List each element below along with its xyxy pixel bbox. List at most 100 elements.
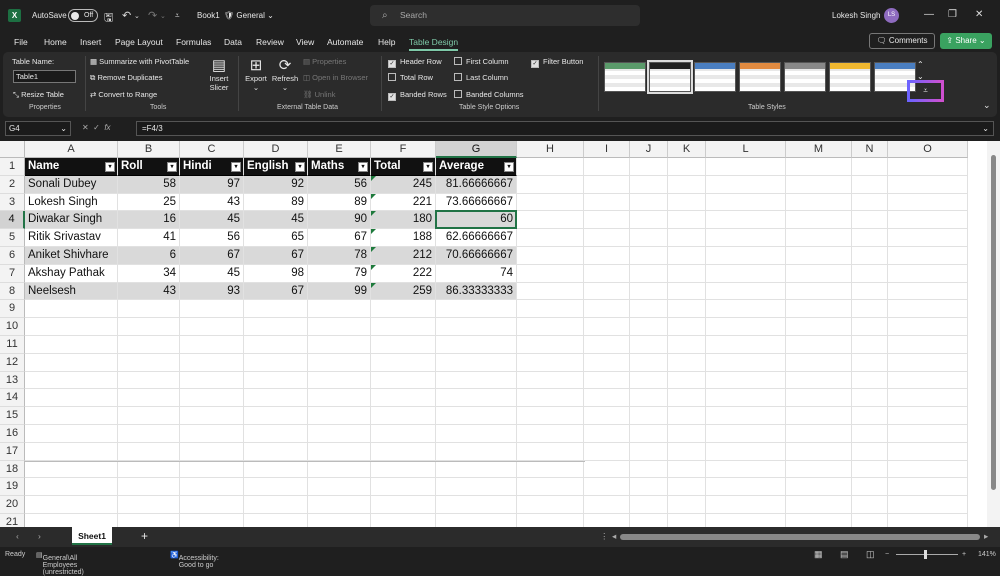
cell[interactable]: [517, 407, 584, 425]
cell[interactable]: [630, 282, 668, 301]
cell[interactable]: [668, 247, 706, 265]
cell[interactable]: [118, 478, 180, 497]
table-value-cell[interactable]: 45: [180, 211, 244, 230]
row-header-4[interactable]: 4: [0, 211, 25, 230]
cell[interactable]: [118, 442, 180, 461]
filter-dropdown-icon[interactable]: ▾: [423, 162, 433, 172]
cell[interactable]: [308, 514, 371, 527]
properties-button[interactable]: ▤ Properties: [303, 57, 346, 66]
cell[interactable]: [888, 496, 968, 514]
cell[interactable]: [584, 193, 630, 212]
cell[interactable]: [706, 318, 786, 336]
cell[interactable]: [668, 282, 706, 301]
row-header-7[interactable]: 7: [0, 264, 25, 283]
table-style-thumb[interactable]: [829, 62, 871, 92]
search-box[interactable]: ⌕ Search: [370, 5, 640, 26]
error-indicator-icon[interactable]: [371, 211, 376, 217]
cell[interactable]: [786, 264, 852, 283]
cell[interactable]: [786, 318, 852, 336]
table-value-cell[interactable]: 222: [371, 264, 436, 283]
tab-data[interactable]: Data: [224, 37, 242, 47]
cell[interactable]: [308, 478, 371, 497]
cell[interactable]: [852, 247, 888, 265]
error-indicator-icon[interactable]: [371, 175, 376, 181]
row-header-12[interactable]: 12: [0, 353, 25, 372]
cell[interactable]: [706, 264, 786, 283]
cell[interactable]: [668, 514, 706, 527]
cell[interactable]: [118, 514, 180, 527]
table-header-cell[interactable]: Name ▾: [25, 158, 118, 176]
table-value-cell[interactable]: 60: [436, 211, 517, 230]
cell[interactable]: [118, 371, 180, 390]
row-header-11[interactable]: 11: [0, 336, 25, 354]
cell[interactable]: [668, 353, 706, 372]
cell[interactable]: [706, 514, 786, 527]
cell[interactable]: [244, 407, 308, 425]
cell[interactable]: [630, 353, 668, 372]
cell[interactable]: [584, 211, 630, 230]
cell[interactable]: [668, 496, 706, 514]
add-sheet-button[interactable]: +: [141, 529, 148, 543]
cell[interactable]: [786, 211, 852, 230]
column-header-e[interactable]: E: [308, 141, 371, 158]
table-name-cell[interactable]: Ritik Srivastav: [25, 229, 118, 247]
filter-button-checkbox[interactable]: ✓ Filter Button: [531, 57, 583, 68]
tab-help[interactable]: Help: [378, 37, 395, 47]
cell[interactable]: [630, 247, 668, 265]
resize-table-button[interactable]: ⤡ Resize Table: [13, 90, 64, 100]
table-header-cell[interactable]: English ▾: [244, 158, 308, 176]
cell[interactable]: [888, 229, 968, 247]
cell[interactable]: [786, 496, 852, 514]
cell[interactable]: [244, 353, 308, 372]
table-value-cell[interactable]: 92: [244, 175, 308, 194]
page-break-view-icon[interactable]: ◫: [866, 549, 875, 560]
table-value-cell[interactable]: 45: [180, 264, 244, 283]
cell[interactable]: [668, 336, 706, 354]
last-column-checkbox[interactable]: Last Column: [454, 73, 508, 82]
table-name-input[interactable]: Table1: [13, 70, 76, 83]
zoom-out-icon[interactable]: −: [885, 551, 889, 558]
table-value-cell[interactable]: 6: [118, 247, 180, 265]
cell[interactable]: [786, 407, 852, 425]
filter-dropdown-icon[interactable]: ▾: [358, 162, 368, 172]
cell[interactable]: [668, 389, 706, 408]
column-header-b[interactable]: B: [118, 141, 180, 158]
cancel-icon[interactable]: ✕: [82, 123, 89, 132]
cell[interactable]: [371, 514, 436, 527]
table-value-cell[interactable]: 99: [308, 282, 371, 301]
first-column-checkbox[interactable]: First Column: [454, 57, 509, 66]
table-header-cell[interactable]: Total ▾: [371, 158, 436, 176]
cell[interactable]: [436, 389, 517, 408]
cell[interactable]: [630, 514, 668, 527]
cell[interactable]: [584, 158, 630, 176]
cell[interactable]: [517, 318, 584, 336]
cell[interactable]: [630, 389, 668, 408]
cell[interactable]: [668, 425, 706, 443]
tab-automate[interactable]: Automate: [327, 37, 363, 47]
cell[interactable]: [630, 442, 668, 461]
cell[interactable]: [436, 514, 517, 527]
table-value-cell[interactable]: 188: [371, 229, 436, 247]
cell[interactable]: [180, 442, 244, 461]
normal-view-icon[interactable]: ▦: [814, 549, 823, 560]
save-icon[interactable]: 🖫: [104, 9, 113, 28]
cell[interactable]: [436, 371, 517, 390]
cell[interactable]: [244, 496, 308, 514]
cell[interactable]: [786, 247, 852, 265]
table-value-cell[interactable]: 65: [244, 229, 308, 247]
cell[interactable]: [436, 318, 517, 336]
cell[interactable]: [371, 371, 436, 390]
cell[interactable]: [25, 442, 118, 461]
table-value-cell[interactable]: 62.66666667: [436, 229, 517, 247]
table-style-thumb[interactable]: [694, 62, 736, 92]
table-value-cell[interactable]: 74: [436, 264, 517, 283]
column-header-n[interactable]: N: [852, 141, 888, 158]
table-value-cell[interactable]: 56: [308, 175, 371, 194]
cell[interactable]: [244, 442, 308, 461]
column-header-m[interactable]: M: [786, 141, 852, 158]
cell[interactable]: [852, 496, 888, 514]
cell[interactable]: [517, 158, 584, 176]
table-value-cell[interactable]: 67: [244, 282, 308, 301]
table-value-cell[interactable]: 97: [180, 175, 244, 194]
cell[interactable]: [308, 460, 371, 479]
